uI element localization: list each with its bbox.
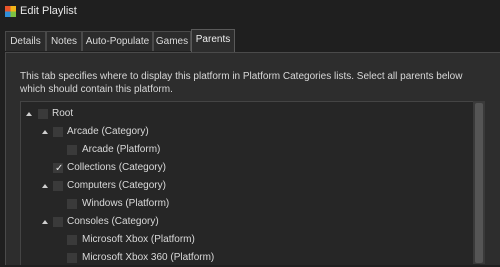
tree-item-arcade-platform[interactable]: Arcade (Platform): [21, 141, 461, 159]
checkbox[interactable]: [38, 109, 48, 119]
tab-notes[interactable]: Notes: [46, 31, 82, 51]
tree-item-label: Consoles (Category): [67, 216, 159, 227]
tree-item-collections-category[interactable]: ✓ Collections (Category): [21, 159, 461, 177]
checkbox[interactable]: [53, 127, 63, 137]
tree-item-label: Collections (Category): [67, 162, 166, 173]
checkbox[interactable]: [67, 199, 77, 209]
tree-item-label: Windows (Platform): [82, 198, 170, 209]
tree-item-computers-category[interactable]: Computers (Category): [21, 177, 461, 195]
tab-games[interactable]: Games: [153, 31, 191, 51]
tree-item-windows-platform[interactable]: Windows (Platform): [21, 195, 461, 213]
tree-item-root[interactable]: Root: [21, 105, 461, 123]
parents-tree: Root Arcade (Category) Arcade (Platform)…: [20, 101, 480, 265]
expand-arrow-icon[interactable]: [42, 130, 48, 134]
tree-item-xbox-360-platform[interactable]: Microsoft Xbox 360 (Platform): [21, 249, 461, 267]
tree-item-label: Microsoft Xbox 360 (Platform): [82, 252, 215, 263]
tree-scrollbar[interactable]: [473, 101, 485, 264]
tree-item-consoles-category[interactable]: Consoles (Category): [21, 213, 461, 231]
tree-item-label: Arcade (Category): [67, 126, 149, 137]
tree-item-label: Arcade (Platform): [82, 144, 161, 155]
checkbox[interactable]: [67, 253, 77, 263]
expand-arrow-icon[interactable]: [42, 220, 48, 224]
tab-details[interactable]: Details: [5, 31, 46, 51]
parents-description: This tab specifies where to display this…: [20, 71, 463, 95]
expand-arrow-icon[interactable]: [26, 112, 32, 116]
tree-item-label: Root: [52, 108, 74, 119]
window-title: Edit Playlist: [20, 5, 77, 17]
checkbox[interactable]: ✓: [53, 163, 63, 174]
tree-item-label: Microsoft Xbox (Platform): [82, 234, 195, 245]
title-bar: Edit Playlist: [0, 0, 500, 24]
tab-parents[interactable]: Parents: [191, 29, 235, 53]
checkmark-icon: ✓: [55, 163, 64, 174]
expand-arrow-icon[interactable]: [42, 184, 48, 188]
tab-auto-populate[interactable]: Auto-Populate: [82, 31, 153, 51]
checkbox[interactable]: [67, 235, 77, 245]
tree-item-xbox-platform[interactable]: Microsoft Xbox (Platform): [21, 231, 461, 249]
checkbox[interactable]: [53, 217, 63, 227]
checkbox[interactable]: [67, 145, 77, 155]
scrollbar-thumb[interactable]: [475, 103, 483, 263]
checkbox[interactable]: [53, 181, 63, 191]
tree-item-arcade-category[interactable]: Arcade (Category): [21, 123, 461, 141]
launchbox-logo-icon: [5, 6, 16, 17]
tree-item-label: Computers (Category): [67, 180, 166, 191]
